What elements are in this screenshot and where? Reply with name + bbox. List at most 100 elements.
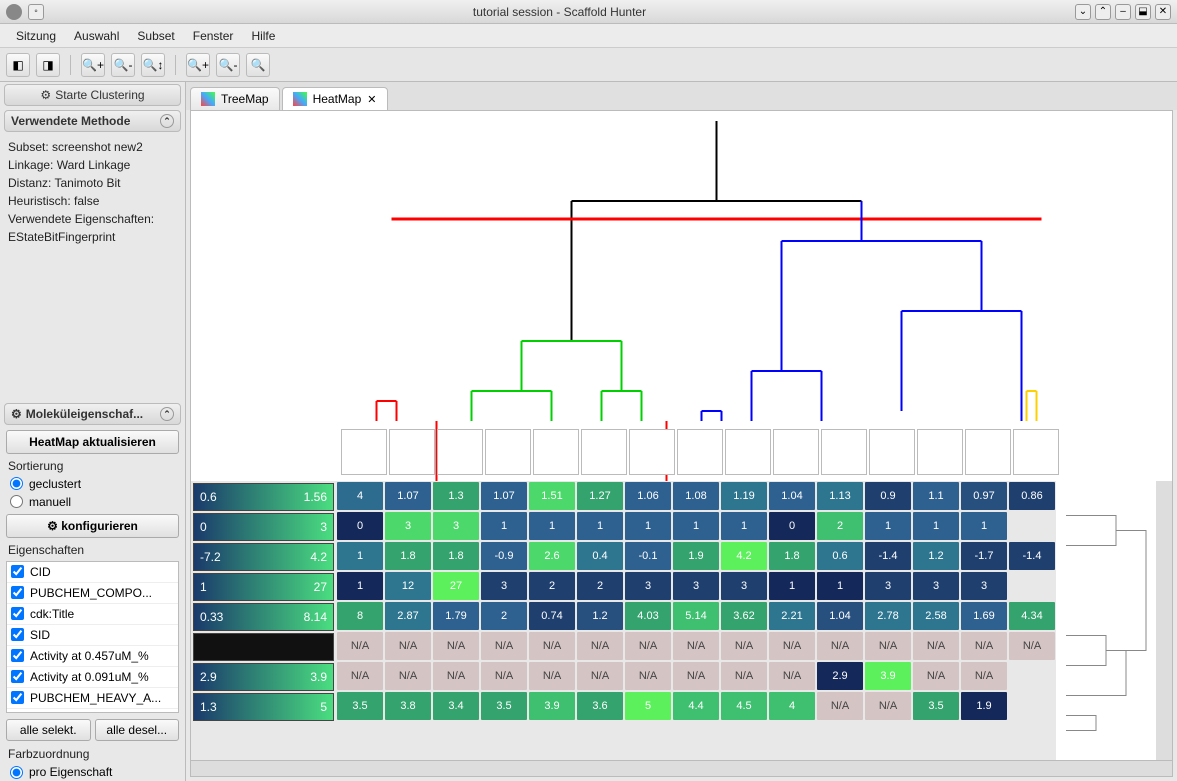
heatmap-cell[interactable]: 2.87	[385, 602, 431, 630]
heatmap-cell[interactable]: N/A	[769, 632, 815, 660]
heatmap-cell[interactable]: 2.9	[817, 662, 863, 690]
heatmap-cell[interactable]: N/A	[577, 632, 623, 660]
chevron-up-icon[interactable]: ⌃	[1095, 4, 1111, 20]
heatmap-cell[interactable]: N/A	[481, 632, 527, 660]
property-checkbox-row[interactable]: Activity at 0.091uM_%	[7, 667, 178, 688]
heatmap-cell[interactable]: N/A	[865, 692, 911, 720]
heatmap-cell[interactable]: 1	[865, 512, 911, 540]
heatmap-cell[interactable]: N/A	[673, 662, 719, 690]
heatmap-cell[interactable]: 0.86	[1009, 482, 1055, 510]
menu-subset[interactable]: Subset	[129, 27, 182, 45]
heatmap-cell[interactable]: N/A	[625, 632, 671, 660]
heatmap-cell[interactable]: 1	[913, 512, 959, 540]
select-all-button[interactable]: alle selekt.	[6, 719, 91, 741]
heatmap-cell[interactable]: 1	[961, 512, 1007, 540]
heatmap-cell[interactable]: 4.2	[721, 542, 767, 570]
heatmap-cell[interactable]: 1.13	[817, 482, 863, 510]
heatmap-cell[interactable]: 5.14	[673, 602, 719, 630]
heatmap-cell[interactable]: 2	[529, 572, 575, 600]
panel-left-icon[interactable]: ◧	[6, 53, 30, 77]
heatmap-cell[interactable]: 0.74	[529, 602, 575, 630]
heatmap-cell[interactable]: 1.07	[481, 482, 527, 510]
zoom-fit-icon[interactable]: 🔍↕	[141, 53, 165, 77]
heatmap-cell[interactable]: 2.21	[769, 602, 815, 630]
heatmap-cell[interactable]: 3.6	[577, 692, 623, 720]
heatmap-cell[interactable]: 4.5	[721, 692, 767, 720]
molecule-thumbnail[interactable]	[869, 429, 915, 475]
heatmap-cell[interactable]: N/A	[337, 632, 383, 660]
molecule-thumbnail[interactable]	[725, 429, 771, 475]
heatmap-cell[interactable]: 1	[721, 512, 767, 540]
row-header[interactable]: 0.6 1.56	[193, 483, 334, 511]
heatmap-cell[interactable]: 0	[769, 512, 815, 540]
molecule-thumbnail[interactable]	[485, 429, 531, 475]
heatmap-cell[interactable]: -1.4	[1009, 542, 1055, 570]
zoom-reset-icon[interactable]: 🔍	[246, 53, 270, 77]
heatmap-cell[interactable]: N/A	[385, 632, 431, 660]
row-header[interactable]: 1 27	[193, 573, 334, 601]
heatmap-cell[interactable]: 3.9	[865, 662, 911, 690]
close-icon[interactable]: ✕	[367, 93, 376, 106]
heatmap-cell[interactable]: 3.4	[433, 692, 479, 720]
heatmap-cell[interactable]: 3	[721, 572, 767, 600]
heatmap-cell[interactable]: 1.2	[577, 602, 623, 630]
heatmap-cell[interactable]: 8	[337, 602, 383, 630]
heatmap-cell[interactable]: N/A	[433, 662, 479, 690]
radio-clustered[interactable]: geclustert	[0, 475, 185, 493]
heatmap-cell[interactable]: N/A	[625, 662, 671, 690]
heatmap-cell[interactable]: 1.19	[721, 482, 767, 510]
heatmap-cell[interactable]: 1.8	[385, 542, 431, 570]
properties-list[interactable]: CIDPUBCHEM_COMPO...cdk:TitleSIDActivity …	[6, 561, 179, 714]
heatmap-cell[interactable]: N/A	[529, 662, 575, 690]
heatmap-cell[interactable]: 12	[385, 572, 431, 600]
heatmap-cell[interactable]: N/A	[817, 692, 863, 720]
row-header[interactable]: 0.33 8.14	[193, 603, 334, 631]
heatmap-cell[interactable]: N/A	[721, 632, 767, 660]
heatmap-cell[interactable]: 4.03	[625, 602, 671, 630]
heatmap-cell[interactable]: 1	[337, 572, 383, 600]
heatmap-cell[interactable]: 3	[865, 572, 911, 600]
panel-right-icon[interactable]: ◨	[36, 53, 60, 77]
property-checkbox-row[interactable]: PUBCHEM_HEAVY_A...	[7, 688, 178, 709]
row-header[interactable]: -7.2 4.2	[193, 543, 334, 571]
heatmap-cell[interactable]: 1.3	[433, 482, 479, 510]
heatmap-cell[interactable]: 1.2	[913, 542, 959, 570]
heatmap-cell[interactable]: 1	[769, 572, 815, 600]
heatmap-cell[interactable]: 1	[625, 512, 671, 540]
molecule-thumbnail[interactable]	[389, 429, 435, 475]
heatmap-cell[interactable]: -1.4	[865, 542, 911, 570]
heatmap-cell[interactable]: 4.34	[1009, 602, 1055, 630]
heatmap-cell[interactable]: 3	[433, 512, 479, 540]
vertical-scrollbar[interactable]	[1156, 481, 1172, 760]
molecule-thumbnail[interactable]	[533, 429, 579, 475]
heatmap-cell[interactable]: N/A	[865, 632, 911, 660]
heatmap-cell[interactable]: N/A	[673, 632, 719, 660]
property-checkbox-row[interactable]: SID	[7, 625, 178, 646]
collapse-icon[interactable]: ⌃	[160, 114, 174, 128]
menu-auswahl[interactable]: Auswahl	[66, 27, 127, 45]
heatmap-cell[interactable]: 1.9	[673, 542, 719, 570]
menu-hilfe[interactable]: Hilfe	[243, 27, 283, 45]
heatmap-cell[interactable]: 1	[337, 542, 383, 570]
property-checkbox-row[interactable]: PUBCHEM_COMPO...	[7, 583, 178, 604]
start-clustering-button[interactable]: ⚙Starte Clustering	[4, 84, 181, 106]
zoom-in-icon[interactable]: 🔍+	[81, 53, 105, 77]
heatmap-cell[interactable]: 0.9	[865, 482, 911, 510]
row-header[interactable]	[193, 633, 334, 661]
heatmap-cell[interactable]: 1	[673, 512, 719, 540]
dendrogram[interactable]	[191, 111, 1172, 481]
heatmap-cell[interactable]: 1	[577, 512, 623, 540]
heatmap-cell[interactable]: 3.62	[721, 602, 767, 630]
heatmap-cell[interactable]: 1.1	[913, 482, 959, 510]
heatmap-cell[interactable]: N/A	[385, 662, 431, 690]
heatmap-cell[interactable]: 3	[481, 572, 527, 600]
heatmap-cell[interactable]: -0.1	[625, 542, 671, 570]
heatmap-cell[interactable]: 1.8	[769, 542, 815, 570]
heatmap-cell[interactable]: 4.4	[673, 692, 719, 720]
heatmap-cell[interactable]: 2.78	[865, 602, 911, 630]
heatmap-cell[interactable]: 3	[961, 572, 1007, 600]
tab-heatmap[interactable]: HeatMap ✕	[282, 87, 388, 110]
molecule-thumbnail[interactable]	[677, 429, 723, 475]
heatmap-cell[interactable]: -1.7	[961, 542, 1007, 570]
heatmap-cell[interactable]: 0	[337, 512, 383, 540]
